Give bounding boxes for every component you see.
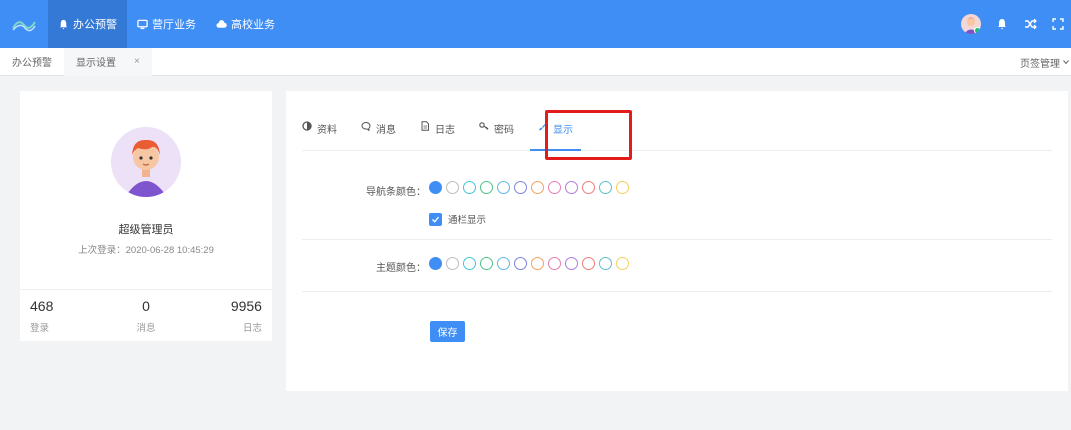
tab-messages[interactable]: 消息	[361, 115, 396, 150]
color-swatch[interactable]	[548, 181, 561, 194]
nav-label: 办公预警	[73, 19, 117, 31]
last-login-text: 上次登录：2020-06-28 10:45:29	[78, 245, 214, 256]
tab-profile[interactable]: 资料	[302, 115, 337, 150]
tab-manage-label: 页签管理	[1020, 58, 1060, 70]
stat-messages: 0 消息	[107, 290, 184, 341]
color-swatch[interactable]	[531, 257, 544, 270]
color-swatch[interactable]	[514, 257, 527, 270]
online-status-dot	[974, 27, 981, 34]
tab-label: 资料	[317, 125, 337, 136]
tab-password[interactable]: 密码	[479, 115, 514, 150]
chat-bubble-icon	[361, 121, 371, 131]
page-tab-label: 办公预警	[12, 58, 52, 69]
stat-value: 468	[30, 298, 54, 314]
color-swatch[interactable]	[480, 257, 493, 270]
page-tab-display-settings[interactable]: 显示设置 ×	[64, 47, 152, 76]
tab-logs[interactable]: 日志	[420, 115, 455, 150]
nav-color-label: 导航条颜色：	[366, 187, 426, 198]
key-icon	[479, 122, 489, 130]
stat-label: 登录	[30, 323, 50, 334]
nav-label: 营厅业务	[152, 19, 196, 31]
fullscreen-icon	[1052, 18, 1064, 30]
column-display-checkbox[interactable]: 通栏显示	[429, 212, 486, 226]
settings-panel: 资料 消息 日志 密码 显示 导航条颜色： 通栏显示 主题颜色： 保存	[286, 91, 1068, 391]
tab-label: 密码	[494, 125, 514, 136]
color-swatch[interactable]	[531, 181, 544, 194]
nav-item-hall-business[interactable]: 营厅业务	[127, 0, 206, 48]
stat-value: 0	[142, 298, 150, 314]
tab-manage-dropdown[interactable]: 页签管理	[1020, 48, 1071, 76]
close-icon[interactable]: ×	[134, 56, 140, 67]
bell-icon	[998, 19, 1006, 30]
theme-color-label: 主题颜色：	[376, 263, 426, 274]
color-swatch[interactable]	[565, 257, 578, 270]
document-icon	[421, 121, 429, 131]
divider	[302, 239, 1052, 240]
color-swatch[interactable]	[463, 181, 476, 194]
nav-item-campus-business[interactable]: 高校业务	[206, 0, 285, 48]
page-tabs-bar: 办公预警 显示设置 × 页签管理	[0, 47, 1071, 76]
color-swatch[interactable]	[497, 181, 510, 194]
header-actions	[961, 0, 1071, 48]
fullscreen-button[interactable]	[1051, 17, 1065, 31]
color-swatch[interactable]	[616, 181, 629, 194]
stat-value: 9956	[230, 298, 262, 314]
stat-label: 日志	[242, 323, 262, 334]
user-avatar-icon	[111, 127, 181, 197]
user-avatar[interactable]	[961, 14, 981, 34]
stat-login: 468 登录	[30, 290, 107, 341]
profile-name: 超级管理员	[118, 224, 174, 236]
color-swatch[interactable]	[446, 181, 459, 194]
color-swatch[interactable]	[582, 257, 595, 270]
stat-logs: 9956 日志	[185, 290, 262, 341]
profile-avatar	[111, 127, 181, 197]
nav-color-picker	[429, 181, 629, 194]
page-tab-label: 显示设置	[76, 58, 116, 69]
top-navbar: 办公预警 营厅业务 高校业务	[0, 0, 1071, 48]
stat-label: 消息	[136, 323, 156, 334]
notification-button[interactable]	[995, 17, 1009, 31]
shuffle-button[interactable]	[1023, 17, 1037, 31]
color-swatch[interactable]	[599, 181, 612, 194]
checkbox-checked[interactable]	[429, 212, 442, 226]
color-swatch[interactable]	[565, 181, 578, 194]
divider	[302, 291, 1052, 292]
color-swatch[interactable]	[463, 257, 476, 270]
tab-label: 消息	[376, 125, 396, 136]
monitor-icon	[137, 19, 148, 29]
color-swatch[interactable]	[582, 181, 595, 194]
color-swatch[interactable]	[599, 257, 612, 270]
profile-card: 超级管理员 上次登录：2020-06-28 10:45:29 468 登录 0 …	[20, 91, 272, 341]
color-swatch[interactable]	[480, 181, 493, 194]
app-logo[interactable]	[0, 0, 48, 48]
color-swatch[interactable]	[616, 257, 629, 270]
nav-label: 高校业务	[231, 19, 275, 31]
cloud-icon	[216, 19, 227, 28]
color-swatch[interactable]	[429, 181, 442, 194]
check-icon	[432, 216, 440, 223]
theme-color-picker	[429, 257, 629, 270]
wave-logo-icon	[12, 21, 36, 32]
color-swatch[interactable]	[548, 257, 561, 270]
settings-tabs: 资料 消息 日志 密码 显示	[302, 115, 1052, 151]
highlight-annotation	[545, 110, 632, 160]
tab-label: 日志	[435, 125, 455, 136]
shuffle-icon	[1024, 18, 1037, 30]
page-tab-office-alert[interactable]: 办公预警	[0, 48, 64, 76]
nav-item-office-alert[interactable]: 办公预警	[48, 0, 127, 48]
color-swatch[interactable]	[429, 257, 442, 270]
main-nav: 办公预警 营厅业务 高校业务	[48, 0, 285, 48]
half-circle-icon	[302, 121, 312, 131]
color-swatch[interactable]	[497, 257, 510, 270]
save-button[interactable]: 保存	[430, 321, 465, 342]
color-swatch[interactable]	[514, 181, 527, 194]
bell-icon	[59, 19, 68, 30]
chevron-down-icon	[1063, 60, 1069, 65]
profile-stats: 468 登录 0 消息 9956 日志	[20, 289, 272, 341]
color-swatch[interactable]	[446, 257, 459, 270]
checkbox-label: 通栏显示	[448, 215, 487, 226]
